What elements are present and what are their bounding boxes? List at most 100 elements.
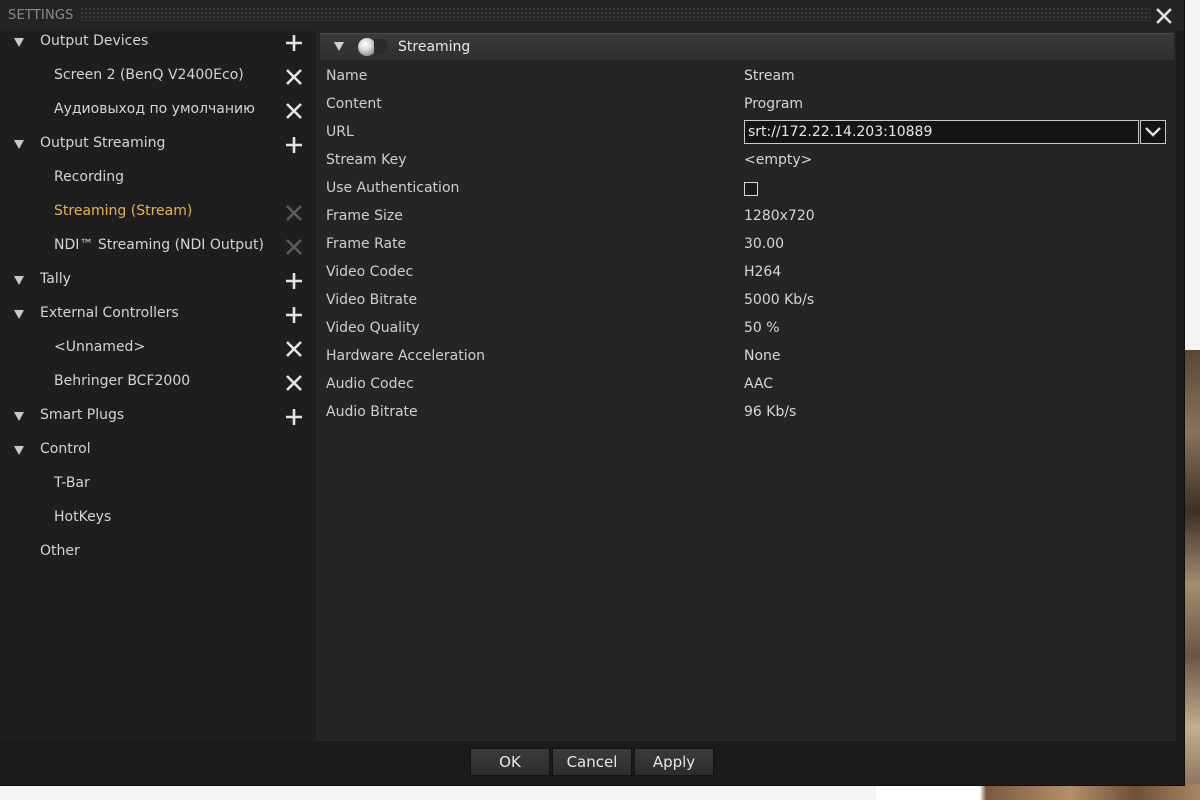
apply-button[interactable]: Apply <box>634 748 714 776</box>
tree-group-output-streaming[interactable]: Output Streaming <box>0 129 316 163</box>
property-value[interactable]: None <box>744 348 781 364</box>
property-value[interactable]: 5000 Kb/s <box>744 292 814 308</box>
tree-item-label: Recording <box>54 169 125 185</box>
property-row-frame-rate: Frame Rate 30.00 <box>316 231 1176 259</box>
property-label: Use Authentication <box>326 180 460 196</box>
property-label: URL <box>326 124 354 140</box>
property-row-frame-size: Frame Size 1280x720 <box>316 203 1176 231</box>
caret-down-icon[interactable] <box>14 140 24 149</box>
caret-down-icon[interactable] <box>14 310 24 319</box>
tree-group-label: Tally <box>40 271 71 287</box>
tree-item-label: Screen 2 (BenQ V2400Eco) <box>54 67 244 83</box>
plus-icon[interactable] <box>284 407 304 427</box>
tree-group-output-devices[interactable]: Output Devices <box>0 27 316 61</box>
disc-icon-shadow <box>374 39 388 55</box>
property-row-video-codec: Video Codec H264 <box>316 259 1176 287</box>
property-value[interactable]: 96 Kb/s <box>744 404 796 420</box>
property-label: Name <box>326 68 368 84</box>
property-value[interactable]: AAC <box>744 376 773 392</box>
desktop-background <box>876 784 1200 800</box>
property-value[interactable]: Program <box>744 96 803 112</box>
property-value[interactable]: <empty> <box>744 152 812 168</box>
plus-icon[interactable] <box>284 33 304 53</box>
caret-down-icon[interactable] <box>14 38 24 47</box>
tree-item-audio-output-default[interactable]: Аудиовыход по умолчанию <box>0 95 316 129</box>
property-value[interactable]: H264 <box>744 264 781 280</box>
plus-icon[interactable] <box>284 271 304 291</box>
window-title: SETTINGS <box>8 8 74 23</box>
tree-group-label: External Controllers <box>40 305 179 321</box>
tree-group-label: Control <box>40 441 91 457</box>
settings-window: SETTINGS Output Devices Screen 2 (BenQ V… <box>0 0 1185 786</box>
tree-group-tally[interactable]: Tally <box>0 265 316 299</box>
desktop-background <box>1183 350 1200 800</box>
tree-item-label: T-Bar <box>54 475 90 491</box>
use-authentication-checkbox[interactable] <box>744 182 758 196</box>
property-label: Hardware Acceleration <box>326 348 486 364</box>
plus-icon[interactable] <box>284 305 304 325</box>
x-icon[interactable] <box>284 203 304 223</box>
tree-item-label: HotKeys <box>54 509 112 525</box>
tree-item-ndi-streaming[interactable]: NDI™ Streaming (NDI Output) <box>0 231 316 265</box>
tree-item-t-bar[interactable]: T-Bar <box>0 469 316 503</box>
tree-item-hotkeys[interactable]: HotKeys <box>0 503 316 537</box>
property-label: Audio Codec <box>326 376 414 392</box>
tree-group-external-controllers[interactable]: External Controllers <box>0 299 316 333</box>
tree-item-streaming-stream[interactable]: Streaming (Stream) <box>0 197 316 231</box>
tree-group-label: Output Devices <box>40 33 149 49</box>
settings-tree: Output Devices Screen 2 (BenQ V2400Eco) … <box>0 31 316 741</box>
property-label: Video Codec <box>326 264 414 280</box>
tree-item-screen-2[interactable]: Screen 2 (BenQ V2400Eco) <box>0 61 316 95</box>
tree-item-behringer-bcf2000[interactable]: Behringer BCF2000 <box>0 367 316 401</box>
property-value[interactable]: 30.00 <box>744 236 784 252</box>
caret-down-icon[interactable] <box>14 276 24 285</box>
property-row-name: Name Stream <box>316 63 1176 91</box>
tree-group-smart-plugs[interactable]: Smart Plugs <box>0 401 316 435</box>
tree-item-label: <Unnamed> <box>54 339 146 355</box>
tree-item-label: Аудиовыход по умолчанию <box>54 101 255 117</box>
property-row-hardware-acceleration: Hardware Acceleration None <box>316 343 1176 371</box>
property-row-video-quality: Video Quality 50 % <box>316 315 1176 343</box>
property-label: Stream Key <box>326 152 407 168</box>
dialog-buttons: OK Cancel Apply <box>470 748 716 776</box>
url-input[interactable] <box>744 120 1139 144</box>
property-label: Frame Rate <box>326 236 407 252</box>
property-value[interactable]: 1280x720 <box>744 208 815 224</box>
tree-item-label: Streaming (Stream) <box>54 203 193 219</box>
caret-down-icon[interactable] <box>14 446 24 455</box>
x-icon[interactable] <box>284 237 304 257</box>
caret-down-icon[interactable] <box>334 42 344 51</box>
property-label: Video Bitrate <box>326 292 418 308</box>
property-row-content: Content Program <box>316 91 1176 119</box>
x-icon[interactable] <box>284 67 304 87</box>
tree-item-recording[interactable]: Recording <box>0 163 316 197</box>
tree-group-label: Output Streaming <box>40 135 166 151</box>
properties-panel: Streaming Name Stream Content Program UR… <box>316 31 1176 741</box>
property-row-use-authentication: Use Authentication <box>316 175 1176 203</box>
property-value[interactable]: 50 % <box>744 320 780 336</box>
property-row-audio-codec: Audio Codec AAC <box>316 371 1176 399</box>
tree-item-unnamed-controller[interactable]: <Unnamed> <box>0 333 316 367</box>
tree-item-label: NDI™ Streaming (NDI Output) <box>54 237 264 253</box>
x-icon[interactable] <box>284 373 304 393</box>
tree-item-other[interactable]: Other <box>0 537 316 571</box>
property-value[interactable]: Stream <box>744 68 795 84</box>
tree-group-label: Smart Plugs <box>40 407 125 423</box>
tree-group-control[interactable]: Control <box>0 435 316 469</box>
titlebar-grip[interactable] <box>80 7 1150 21</box>
x-icon[interactable] <box>284 339 304 359</box>
ok-button[interactable]: OK <box>470 748 550 776</box>
section-header[interactable]: Streaming <box>320 33 1174 60</box>
caret-down-icon[interactable] <box>14 412 24 421</box>
x-icon[interactable] <box>284 101 304 121</box>
close-icon[interactable] <box>1154 6 1174 26</box>
property-row-audio-bitrate: Audio Bitrate 96 Kb/s <box>316 399 1176 427</box>
property-label: Video Quality <box>326 320 420 336</box>
chevron-down-icon[interactable] <box>1140 120 1166 144</box>
tree-group-label: Other <box>40 543 80 559</box>
plus-icon[interactable] <box>284 135 304 155</box>
cancel-button[interactable]: Cancel <box>552 748 632 776</box>
property-row-url: URL <box>316 119 1176 147</box>
tree-item-label: Behringer BCF2000 <box>54 373 191 389</box>
property-label: Frame Size <box>326 208 403 224</box>
